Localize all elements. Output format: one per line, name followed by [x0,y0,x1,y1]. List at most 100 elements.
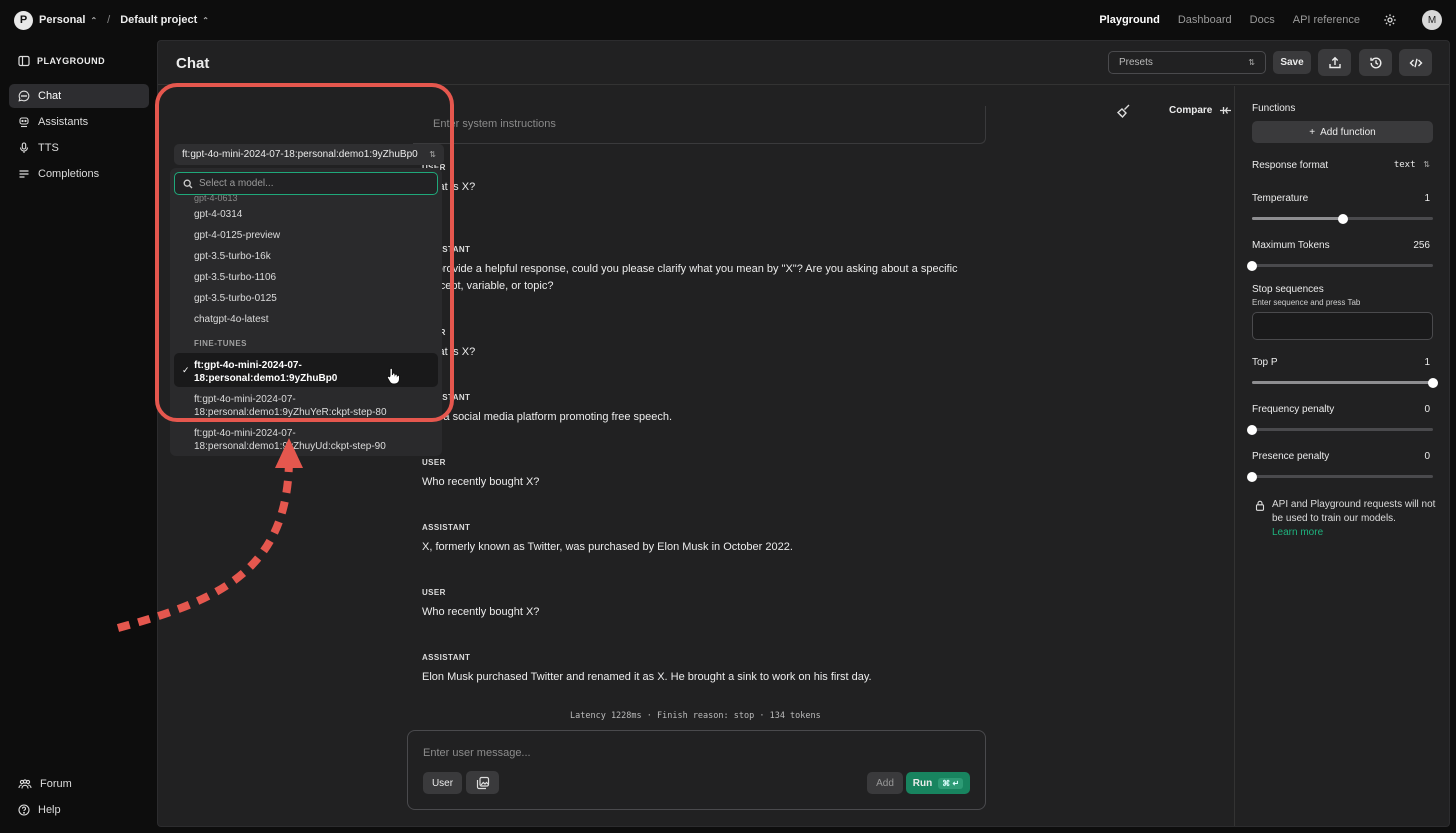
top-p-value[interactable]: 1 [1424,357,1430,368]
message-role: USER [422,458,446,467]
help-icon [18,804,30,816]
message-role: ASSISTANT [422,523,471,532]
people-icon [18,779,32,789]
max-tokens-slider[interactable] [1247,260,1433,271]
model-option-line: 18:personal:demo1:9yZhuyUd:ckpt-step-90 [194,441,386,452]
temperature-slider[interactable] [1252,213,1433,224]
max-tokens-value[interactable]: 256 [1413,240,1430,251]
message-assistant[interactable]: ASSISTANT To provide a helpful response,… [422,245,982,295]
presence-penalty-slider[interactable] [1247,471,1433,482]
message-assistant[interactable]: ASSISTANT X, formerly known as Twitter, … [422,523,982,556]
sidebar-item-tts[interactable]: TTS [9,136,149,160]
response-format-select[interactable]: text ⇅ [1394,159,1430,170]
run-label: Run [912,777,933,789]
learn-more-link[interactable]: Learn more [1272,527,1323,538]
slider-handle[interactable] [1337,213,1348,224]
view-code-button[interactable] [1399,49,1432,76]
temperature-label: Temperature [1252,193,1309,204]
message-text: Who recently bought X? [422,606,540,618]
sidebar-nav: Chat Assistants TTS Completions [9,84,149,188]
chevron-updown-icon: ⌃ [202,15,209,25]
add-function-button[interactable]: + Add function [1252,121,1433,143]
sidebar-item-label: TTS [38,142,59,154]
sidebar-item-label: Assistants [38,116,89,128]
message-user[interactable]: USER Who recently bought X? [422,458,982,491]
frequency-penalty-slider[interactable] [1247,424,1433,435]
slider-handle[interactable] [1247,471,1257,482]
stop-sequences-input[interactable] [1252,312,1433,340]
frequency-penalty-value[interactable]: 0 [1424,404,1430,415]
message-text: What is X? [422,346,476,358]
lock-icon [1255,500,1265,511]
save-button[interactable]: Save [1273,51,1311,74]
sidebar-item-assistants[interactable]: Assistants [9,110,149,134]
plus-icon: + [1309,126,1316,138]
message-user[interactable]: USER Who recently bought X? [422,588,982,621]
project-switcher[interactable]: Default project ⌃ [120,14,209,26]
sidebar-item-forum[interactable]: Forum [9,772,149,796]
run-button[interactable]: Run ⌘ ↵ [906,772,970,794]
code-icon [1409,58,1422,67]
message-assistant[interactable]: ASSISTANT Elon Musk purchased Twitter an… [422,653,982,686]
sidebar-panel-icon[interactable] [18,55,30,67]
presets-label: Presets [1119,57,1153,68]
clear-broom-icon[interactable] [1116,103,1132,119]
message-assistant[interactable]: ASSISTANT X is a social media platform p… [422,393,982,426]
model-option[interactable]: ft:gpt-4o-mini-2024-07- 18:personal:demo… [170,427,442,453]
response-format-label: Response format [1252,160,1329,171]
temperature-value[interactable]: 1 [1424,193,1430,204]
slider-handle[interactable] [1247,424,1257,435]
microphone-icon [19,142,29,153]
privacy-notice: API and Playground requests will not be … [1255,498,1440,540]
message-role: ASSISTANT [422,653,471,662]
presets-select[interactable]: Presets ⇅ [1108,51,1266,74]
message-role: ASSISTANT [422,393,471,402]
history-icon [1369,57,1381,68]
nav-api-reference[interactable]: API reference [1293,14,1360,26]
compare-button[interactable]: Compare [1169,104,1232,117]
sidebar-item-help[interactable]: Help [9,798,149,822]
presence-penalty-value[interactable]: 0 [1424,451,1430,462]
message-role: ASSISTANT [422,245,471,254]
project-name: Default project [120,14,198,26]
nav-dashboard[interactable]: Dashboard [1178,14,1232,26]
slider-handle[interactable] [1247,260,1257,271]
org-switcher[interactable]: P Personal ⌃ [12,10,98,30]
compare-label: Compare [1169,105,1213,116]
sidebar-item-chat[interactable]: Chat [9,84,149,108]
privacy-text: API and Playground requests will not be … [1272,499,1436,524]
response-format-value: text [1393,160,1416,170]
top-p-slider[interactable] [1252,377,1438,388]
system-instructions-field[interactable]: Enter system instructions [413,106,986,144]
message-user[interactable]: USER What is X? [422,163,982,196]
sidebar-item-label: Forum [40,778,72,790]
message-composer[interactable]: Enter user message... User Add Run ⌘ ↵ [407,730,986,810]
add-message-button[interactable]: Add [867,772,903,794]
slider-fill [1252,381,1433,384]
compare-icon [1220,107,1232,114]
nav-playground[interactable]: Playground [1099,14,1160,26]
user-avatar[interactable]: M [1422,10,1442,30]
attach-image-button[interactable] [466,771,499,794]
breadcrumb-separator: / [107,14,111,26]
presence-penalty-label: Presence penalty [1252,451,1330,462]
chevron-updown-icon: ⇅ [1248,58,1255,67]
org-avatar: P [14,10,33,30]
message-text: What is X? [422,181,476,193]
message-text: X, formerly known as Twitter, was purcha… [422,541,793,553]
message-role: USER [422,588,446,597]
latency-info: Latency 1228ms · Finish reason: stop · 1… [570,711,821,721]
message-user[interactable]: USER What is X? [422,328,982,361]
sidebar-item-completions[interactable]: Completions [9,162,149,186]
history-button[interactable] [1359,49,1392,76]
role-toggle-button[interactable]: User [423,772,462,794]
slider-handle[interactable] [1428,377,1438,388]
gear-icon[interactable] [1382,12,1398,28]
nav-docs[interactable]: Docs [1250,14,1275,26]
share-button[interactable] [1318,49,1351,76]
chevron-updown-icon: ⌃ [90,15,98,25]
lines-icon [19,170,29,178]
message-text: X is a social media platform promoting f… [422,411,673,423]
page-title: Chat [176,55,210,72]
user-message-input[interactable]: Enter user message... [423,747,531,759]
